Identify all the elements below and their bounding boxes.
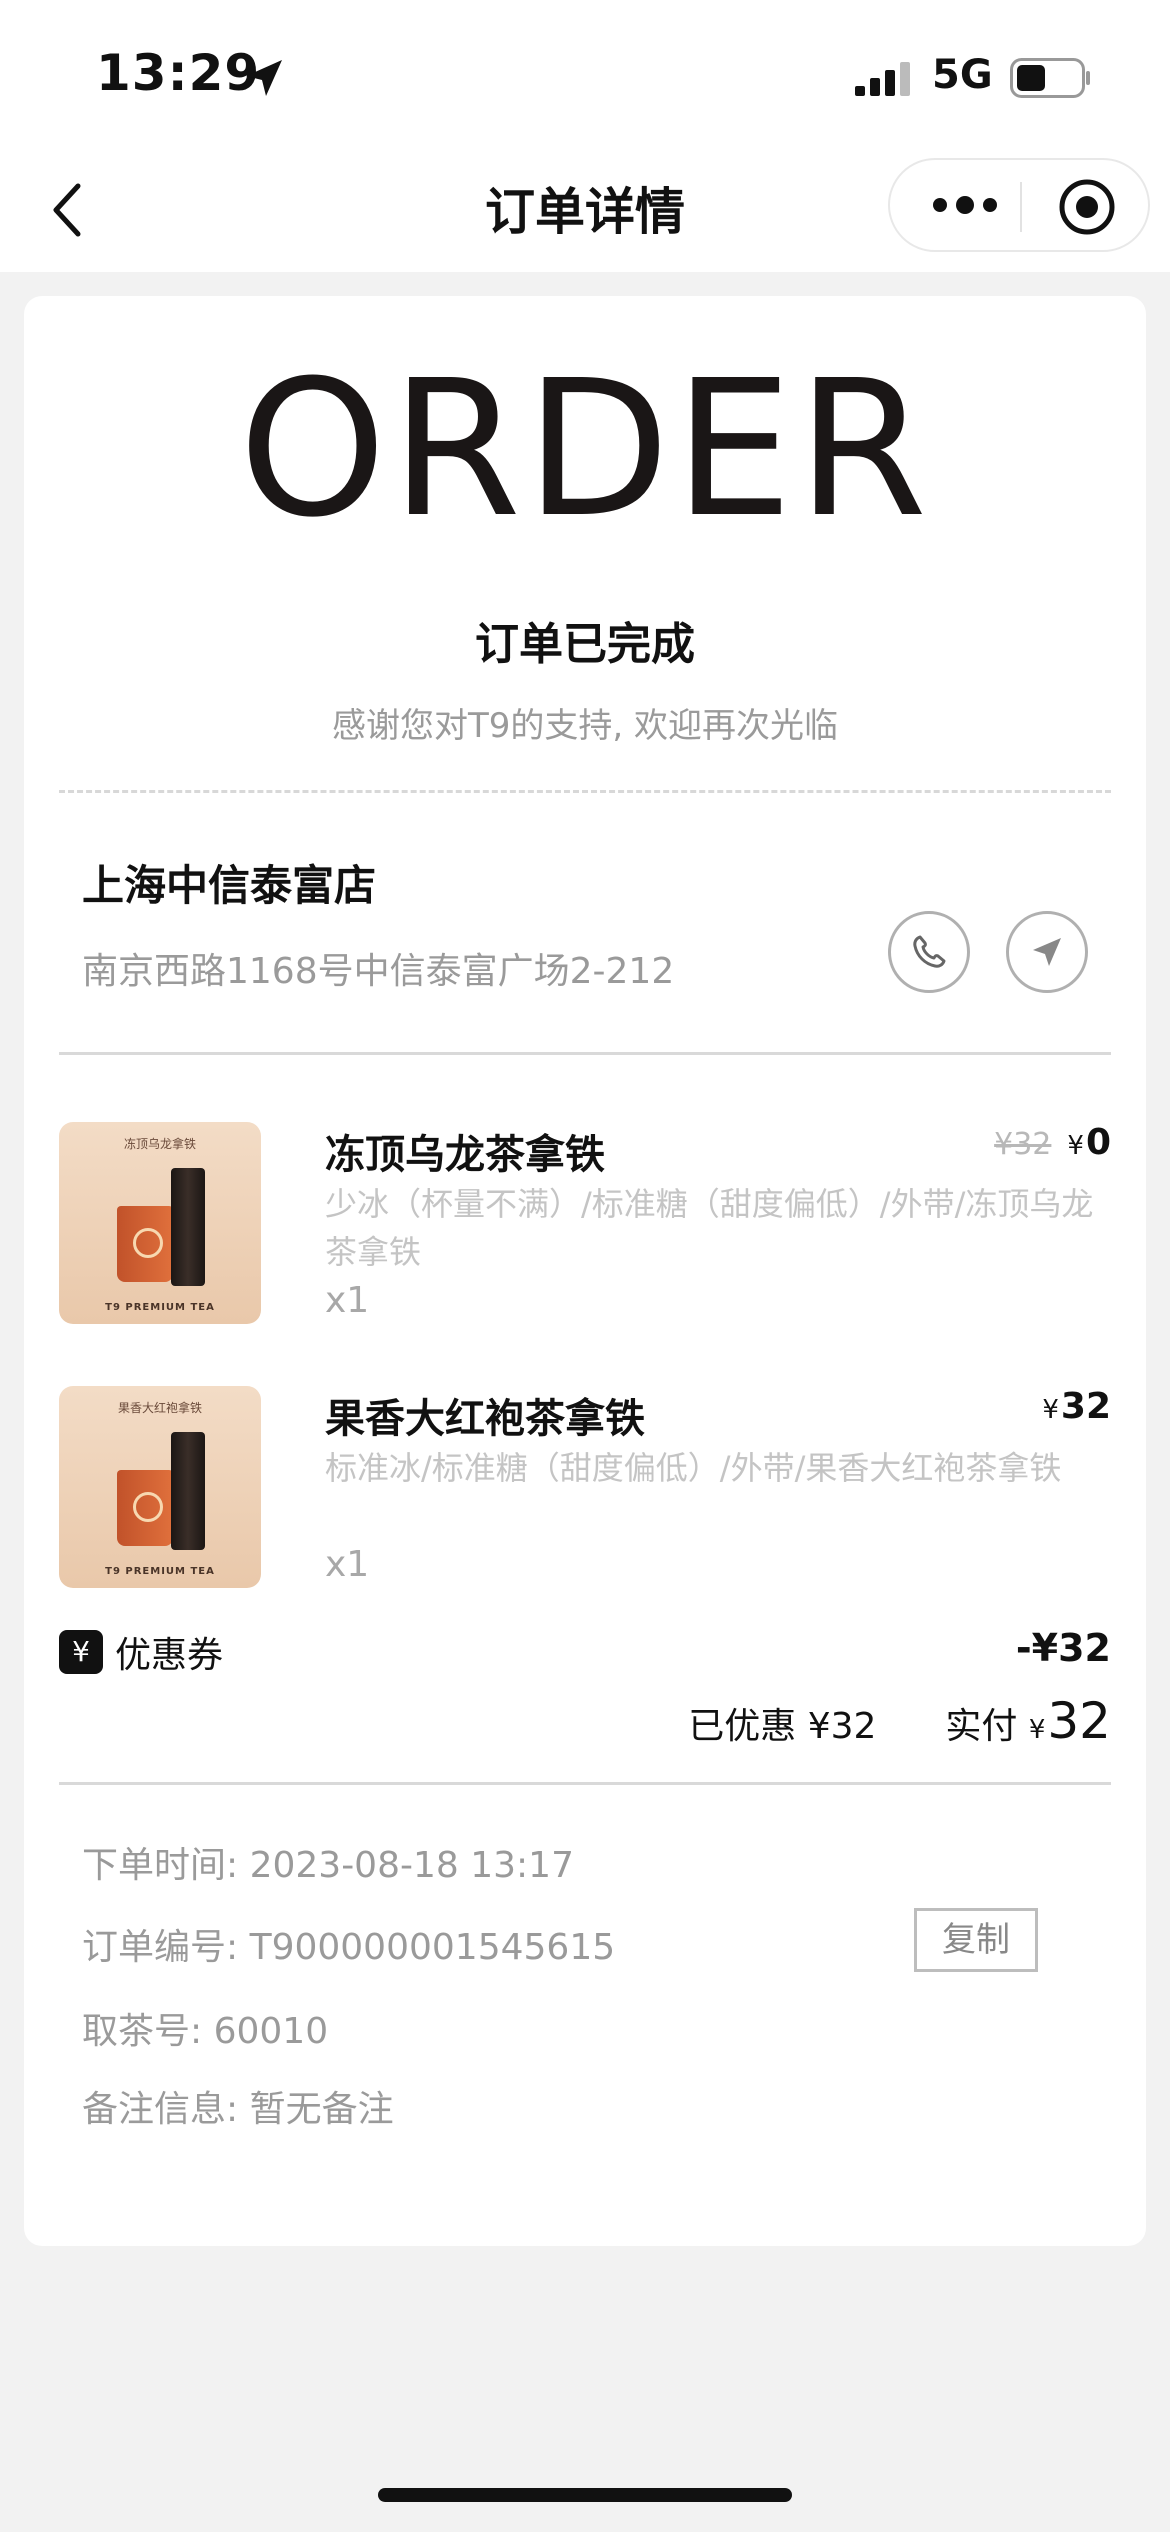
product-image-brand: T9 PREMIUM TEA: [105, 1302, 215, 1313]
item-name: 冻顶乌龙茶拿铁: [325, 1132, 605, 1178]
tea-can-graphic: [171, 1168, 205, 1286]
close-target-icon[interactable]: [1058, 178, 1116, 236]
store-address: 南京西路1168号中信泰富广场2-212: [82, 951, 675, 992]
coupon-amount: -¥32: [1015, 1626, 1111, 1670]
currency-symbol: ¥: [1067, 1131, 1084, 1161]
item-quantity: x1: [325, 1544, 370, 1585]
order-item: 果香大红袍拿铁 T9 PREMIUM TEA 果香大红袍茶拿铁 标准冰/标准糖（…: [59, 1386, 1111, 1591]
signal-icon: [855, 62, 910, 96]
product-image-tag: 冻顶乌龙拿铁: [123, 1137, 196, 1151]
tea-can-graphic: [171, 1432, 205, 1550]
product-image-brand: T9 PREMIUM TEA: [105, 1566, 215, 1577]
paid-value: 32: [1047, 1692, 1111, 1750]
nav-bar: 订单详情: [0, 150, 1170, 272]
pickup-number: 取茶号: 60010: [82, 2011, 329, 2052]
cup-graphic: [117, 1206, 173, 1282]
status-bar: 13:29 5G: [0, 0, 1170, 150]
yen-coupon-icon: ¥: [59, 1630, 103, 1674]
thanks-message: 感谢您对T9的支持, 欢迎再次光临: [331, 706, 838, 746]
remark: 备注信息: 暂无备注: [82, 2089, 394, 2130]
network-label: 5G: [932, 52, 993, 98]
discount-value: ¥32: [807, 1706, 877, 1747]
product-image: 冻顶乌龙拿铁 T9 PREMIUM TEA: [59, 1122, 261, 1324]
cup-graphic: [117, 1470, 173, 1546]
item-price: ¥32: [1042, 1386, 1111, 1427]
item-spec: 标准冰/标准糖（甜度偏低）/外带/果香大红袍茶拿铁: [325, 1449, 1062, 1487]
phone-icon: [913, 935, 946, 968]
capsule-divider: [1020, 182, 1022, 232]
mini-program-capsule: [888, 158, 1150, 252]
item-spec: 少冰（杯量不满）/标准糖（甜度偏低）/外带/冻顶乌龙茶拿铁: [325, 1185, 1094, 1271]
dashed-divider: [59, 790, 1111, 793]
item-price: ¥32 ¥0: [994, 1122, 1111, 1163]
item-quantity: x1: [325, 1280, 370, 1321]
divider: [59, 1052, 1111, 1055]
order-status: 订单已完成: [475, 619, 695, 670]
coupon-row: ¥ 优惠券 -¥32: [59, 1626, 1111, 1676]
paid-currency: ¥: [1028, 1715, 1046, 1745]
order-card: ORDER 订单已完成 感谢您对T9的支持, 欢迎再次光临 上海中信泰富店 南京…: [24, 296, 1146, 2246]
divider: [59, 1782, 1111, 1785]
home-indicator: [378, 2488, 792, 2502]
location-arrow-icon: [246, 60, 282, 96]
more-icon[interactable]: [930, 182, 1000, 228]
payment-summary: 已优惠 ¥32 实付 ¥32: [688, 1692, 1111, 1750]
navigation-arrow-icon: [1033, 938, 1061, 966]
coupon-label: 优惠券: [115, 1635, 224, 1676]
order-logo: ORDER: [238, 340, 932, 559]
original-price: ¥32: [994, 1127, 1052, 1162]
product-image: 果香大红袍拿铁 T9 PREMIUM TEA: [59, 1386, 261, 1588]
paid-label: 实付: [945, 1706, 1018, 1747]
navigate-store-button[interactable]: [1006, 911, 1088, 993]
copy-button[interactable]: 复制: [914, 1908, 1038, 1972]
store-name: 上海中信泰富店: [82, 861, 377, 910]
currency-symbol: ¥: [1042, 1395, 1059, 1425]
current-price: 32: [1060, 1386, 1111, 1427]
item-name: 果香大红袍茶拿铁: [325, 1396, 645, 1442]
call-store-button[interactable]: [888, 911, 970, 993]
order-item: 冻顶乌龙拿铁 T9 PREMIUM TEA 冻顶乌龙茶拿铁 少冰（杯量不满）/标…: [59, 1122, 1111, 1327]
discount-label: 已优惠: [688, 1706, 797, 1747]
battery-icon: [1010, 58, 1090, 98]
order-number: 订单编号: T900000001545615: [82, 1927, 616, 1968]
current-price: 0: [1085, 1122, 1111, 1163]
status-time: 13:29: [96, 44, 261, 102]
product-image-tag: 果香大红袍拿铁: [117, 1401, 202, 1415]
order-time: 下单时间: 2023-08-18 13:17: [82, 1845, 574, 1886]
